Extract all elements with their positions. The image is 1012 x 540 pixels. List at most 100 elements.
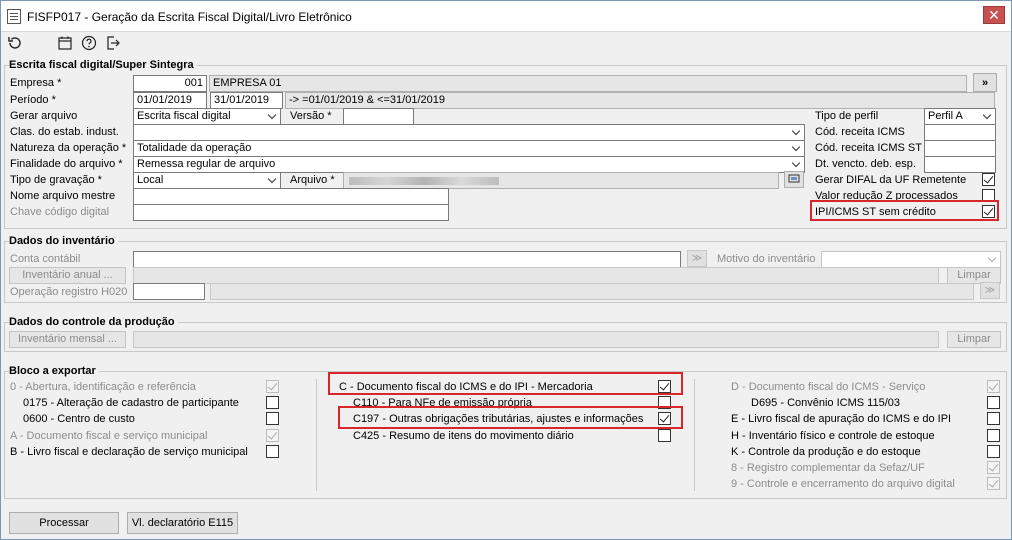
close-icon: ✕ (988, 7, 1000, 23)
chevron-down-icon (269, 176, 277, 184)
bloco-item-label: D - Documento fiscal do ICMS - Serviço (731, 381, 926, 393)
bloco-item-label: 0175 - Alteração de cadastro de particip… (23, 397, 239, 409)
tipo-perfil-value: Perfil A (928, 110, 963, 122)
bloco-item-label: D695 - Convênio ICMS 115/03 (751, 397, 900, 409)
tipo-perfil-select[interactable]: Perfil A (924, 108, 996, 125)
chevron-down-icon (984, 112, 992, 120)
clas-estab-select[interactable] (133, 124, 805, 141)
bloco-item-checkbox[interactable] (987, 445, 1000, 458)
title-bar: FISFP017 - Geração da Escrita Fiscal Dig… (1, 1, 1011, 32)
periodo-end-input[interactable]: 31/01/2019 (210, 92, 283, 109)
folder-icon (788, 174, 800, 183)
bloco-item-checkbox[interactable] (987, 412, 1000, 425)
cod-icms-st-label: Cód. receita ICMS ST (815, 142, 922, 154)
bloco-item-checkbox[interactable] (266, 445, 279, 458)
lookup-icon: ≫ (691, 253, 703, 264)
bloco-item-checkbox[interactable] (987, 429, 1000, 442)
tipo-gravacao-label: Tipo de gravação * (10, 174, 102, 186)
nome-mestre-label: Nome arquivo mestre (10, 190, 116, 202)
empresa-label: Empresa * (10, 77, 62, 89)
toolbar (1, 33, 1011, 57)
operacao-h020-label: Operação registro H020 (10, 286, 128, 298)
bloco-item-checkbox[interactable] (266, 380, 279, 393)
bloco-item-checkbox[interactable] (987, 396, 1000, 409)
bloco-item-checkbox[interactable] (987, 461, 1000, 474)
bloco-item-label: 0600 - Centro de custo (23, 413, 135, 425)
empresa-code-input[interactable]: 001 (133, 75, 207, 92)
gerar-arquivo-label: Gerar arquivo (10, 110, 78, 122)
close-button[interactable]: ✕ (983, 6, 1005, 24)
gerar-arquivo-value: Escrita fiscal digital (137, 110, 231, 122)
bloco-item-label: 0 - Abertura, identificação e referência (10, 381, 196, 393)
natureza-value: Totalidade da operação (137, 142, 252, 154)
finalidade-value: Remessa regular de arquivo (137, 158, 276, 170)
tipo-gravacao-select[interactable]: Local (133, 172, 281, 189)
conta-contabil-input[interactable] (133, 251, 681, 268)
difal-label: Gerar DIFAL da UF Remetente (815, 174, 967, 186)
chevron-down-icon (793, 144, 801, 152)
gerar-arquivo-select[interactable]: Escrita fiscal digital (133, 108, 281, 125)
inventario-anual-field (133, 267, 939, 284)
arquivo-label: Arquivo * (290, 174, 335, 186)
arquivo-path-field[interactable] (343, 172, 779, 189)
finalidade-select[interactable]: Remessa regular de arquivo (133, 156, 805, 173)
bloco-item-label: H - Inventário físico e controle de esto… (731, 430, 935, 442)
browse-button[interactable] (784, 171, 804, 188)
chevron-down-icon (793, 128, 801, 136)
cod-icms-input[interactable] (924, 124, 996, 141)
operacao-lookup-button[interactable]: ≫ (980, 282, 1000, 299)
difal-checkbox[interactable] (982, 173, 995, 186)
bloco-item-checkbox[interactable] (987, 380, 1000, 393)
vl-declaratorio-button[interactable]: Vl. declaratório E115 (127, 512, 238, 534)
exit-icon[interactable] (103, 35, 123, 55)
versao-input[interactable] (343, 108, 414, 125)
conta-lookup-button[interactable]: ≫ (687, 250, 707, 267)
more-button[interactable]: » (973, 73, 997, 92)
chave-label: Chave código digital (10, 206, 110, 218)
dt-vencto-input[interactable] (924, 156, 996, 173)
nome-mestre-input[interactable] (133, 188, 449, 205)
document-icon (7, 9, 21, 24)
processar-button[interactable]: Processar (9, 512, 119, 534)
highlight-c197 (338, 406, 683, 429)
bloco-divider (694, 379, 695, 491)
bloco-item-checkbox[interactable] (266, 396, 279, 409)
natureza-select[interactable]: Totalidade da operação (133, 140, 805, 157)
bloco-item-label: C425 - Resumo de itens do movimento diár… (353, 430, 574, 442)
motivo-label: Motivo do inventário (717, 253, 816, 265)
bloco-item-checkbox[interactable] (987, 477, 1000, 490)
cod-icms-label: Cód. receita ICMS (815, 126, 905, 138)
natureza-label: Natureza da operação * (10, 142, 127, 154)
tipo-gravacao-value: Local (137, 174, 164, 186)
versao-label: Versão * (290, 110, 332, 122)
periodo-label: Período * (10, 94, 56, 106)
inventario-mensal-button[interactable]: Inventário mensal ... (9, 331, 126, 348)
inventario-anual-button[interactable]: Inventário anual ... (9, 267, 126, 284)
limpar-producao-button[interactable]: Limpar (947, 331, 1001, 348)
cod-icms-st-input[interactable] (924, 140, 996, 157)
bloco-item-label: 8 - Registro complementar da Sefaz/UF (731, 462, 925, 474)
bloco-item-checkbox[interactable] (658, 429, 671, 442)
tipo-perfil-label: Tipo de perfil (815, 110, 879, 122)
bloco-item-label: 9 - Controle e encerramento do arquivo d… (731, 478, 955, 490)
chevron-down-icon (269, 112, 277, 120)
highlight-bloco-c (328, 372, 683, 395)
escrita-group-title: Escrita fiscal digital/Super Sintegra (9, 59, 197, 71)
blurred-path (349, 177, 499, 185)
motivo-select[interactable] (821, 251, 1001, 268)
inventario-mensal-field (133, 331, 939, 348)
calendar-icon[interactable] (55, 35, 75, 55)
dt-vencto-label: Dt. vencto. deb. esp. (815, 158, 916, 170)
bloco-item-checkbox[interactable] (266, 429, 279, 442)
periodo-start-input[interactable]: 01/01/2019 (133, 92, 207, 109)
refresh-icon[interactable] (5, 35, 25, 55)
chevron-down-icon (989, 255, 997, 263)
bloco-item-checkbox[interactable] (266, 412, 279, 425)
lookup-icon: ≫ (984, 285, 996, 296)
highlight-ipi-icms (810, 200, 999, 221)
bloco-group-title: Bloco a exportar (9, 365, 99, 377)
operacao-h020-input[interactable] (133, 283, 205, 300)
chave-input[interactable] (133, 204, 449, 221)
bloco-item-label: B - Livro fiscal e declaração de serviço… (10, 446, 248, 458)
help-icon[interactable] (79, 35, 99, 55)
